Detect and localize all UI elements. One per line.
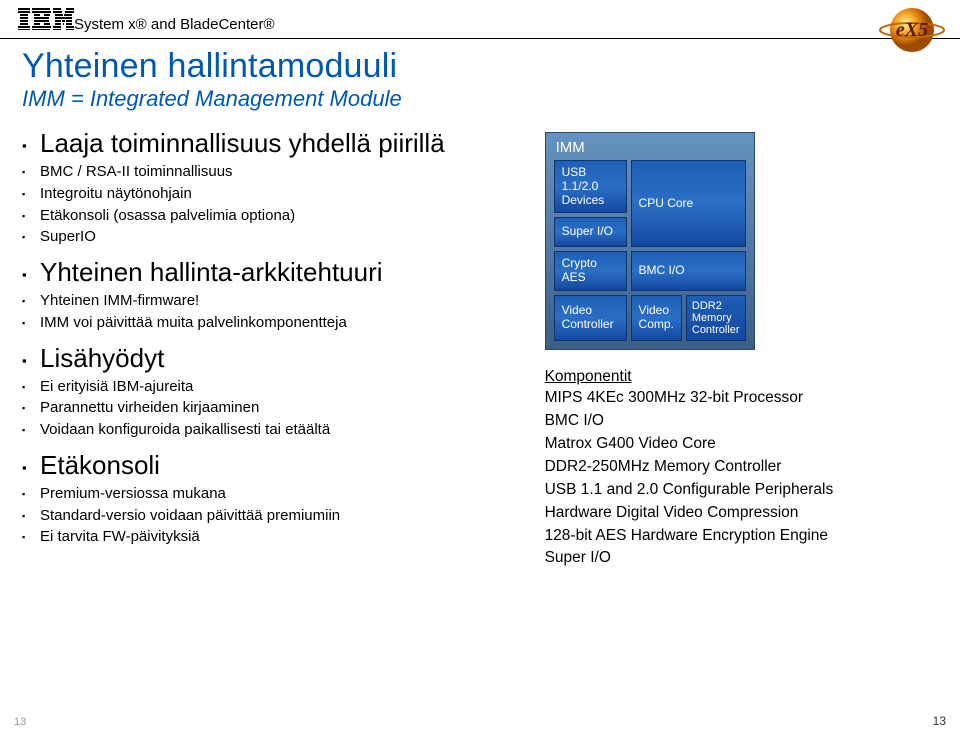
list-item: IMM voi päivittää muita palvelinkomponen… (22, 314, 529, 333)
list-item: Voidaan konfiguroida paikallisesti tai e… (22, 421, 529, 440)
left-column: Laaja toiminnallisuus yhdellä piirillä B… (22, 128, 529, 569)
component-line: DDR2-250MHz Memory Controller (545, 457, 938, 478)
imm-diagram: IMM USB 1.1/2.0 Devices CPU Core Super I… (545, 132, 755, 350)
list-item: Ei erityisiä IBM-ajureita (22, 378, 529, 397)
components-title: Komponentit (545, 368, 938, 386)
imm-label: IMM (556, 139, 746, 156)
list-item: Ei tarvita FW-päivityksiä (22, 528, 529, 547)
list-item: Integroitu näytönohjain (22, 185, 529, 204)
section-head-4: Etäkonsoli (22, 450, 529, 481)
list-item: Parannettu virheiden kirjaaminen (22, 399, 529, 418)
imm-cell-ddr2: DDR2 Memory Controller (686, 295, 746, 341)
imm-cell-cpu: CPU Core (631, 160, 746, 247)
list-item: Standard-versio voidaan päivittää premiu… (22, 507, 529, 526)
imm-cell-usb: USB 1.1/2.0 Devices (554, 160, 627, 213)
ibm-logo (18, 8, 74, 35)
component-line: Super I/O (545, 548, 938, 569)
component-line: USB 1.1 and 2.0 Configurable Peripherals (545, 480, 938, 501)
list-item: SuperIO (22, 228, 529, 247)
content-area: Laaja toiminnallisuus yhdellä piirillä B… (0, 122, 960, 569)
header-text: System x® and BladeCenter® (74, 16, 275, 35)
section-head-1: Laaja toiminnallisuus yhdellä piirillä (22, 128, 529, 159)
imm-cell-vcomp: Video Comp. (631, 295, 682, 341)
imm-cell-vctrl: Video Controller (554, 295, 627, 341)
list-item: Premium-versiossa mukana (22, 485, 529, 504)
page-number-left: 13 (14, 716, 26, 728)
page-subtitle: IMM = Integrated Management Module (0, 86, 960, 122)
page-number-right: 13 (933, 714, 946, 728)
imm-cell-superio: Super I/O (554, 217, 627, 247)
list-item: BMC / RSA-II toiminnallisuus (22, 163, 529, 182)
component-line: MIPS 4KEc 300MHz 32-bit Processor (545, 388, 938, 409)
imm-cell-bmcio: BMC I/O (631, 251, 746, 291)
component-line: Matrox G400 Video Core (545, 434, 938, 455)
ex5-badge-icon: eX5 (878, 6, 946, 54)
header-bar: System x® and BladeCenter® (0, 0, 960, 39)
list-item: Etäkonsoli (osassa palvelimia optiona) (22, 207, 529, 226)
component-line: 128-bit AES Hardware Encryption Engine (545, 526, 938, 547)
svg-text:eX5: eX5 (896, 19, 928, 41)
right-column: IMM USB 1.1/2.0 Devices CPU Core Super I… (545, 128, 938, 569)
section-head-2: Yhteinen hallinta-arkkitehtuuri (22, 257, 529, 288)
component-line: Hardware Digital Video Compression (545, 503, 938, 524)
list-item: Yhteinen IMM-firmware! (22, 292, 529, 311)
component-line: BMC I/O (545, 411, 938, 432)
page-title: Yhteinen hallintamoduuli (0, 39, 960, 86)
section-head-3: Lisähyödyt (22, 343, 529, 374)
imm-cell-crypto: Crypto AES (554, 251, 627, 291)
